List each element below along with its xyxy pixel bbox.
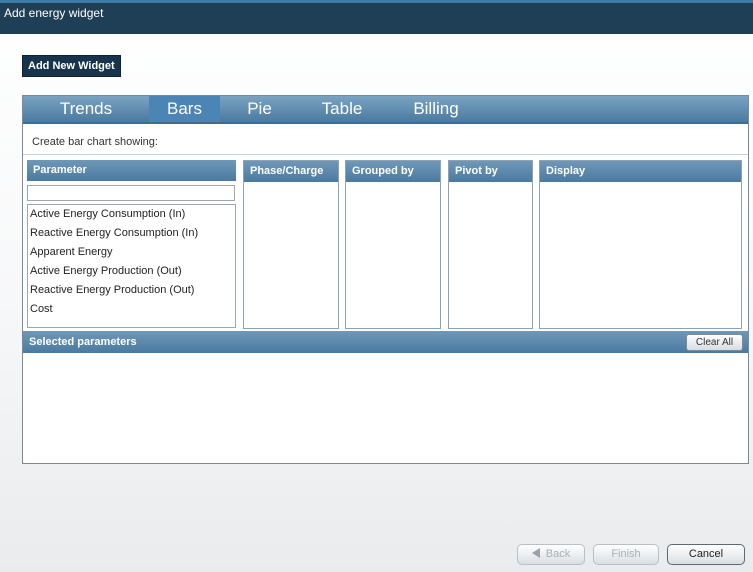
tab-underline [23, 122, 748, 124]
back-label: Back [545, 548, 571, 560]
caption-divider [23, 154, 748, 155]
cancel-button[interactable]: Cancel [667, 544, 745, 565]
pivot-by-header: Pivot by [449, 161, 532, 182]
window-title: Add energy widget [4, 6, 104, 20]
parameter-header: Parameter [27, 160, 236, 181]
list-item[interactable]: Reactive Energy Consumption (In) [30, 226, 198, 240]
grouped-by-header: Grouped by [346, 161, 440, 182]
parameter-column: Parameter Active Energy Consumption (In)… [27, 160, 236, 328]
list-item[interactable]: Active Energy Production (Out) [30, 264, 182, 278]
selected-parameters-header: Selected parameters Clear All [23, 331, 748, 353]
back-arrow-icon [531, 548, 540, 558]
clear-all-button[interactable]: Clear All [686, 334, 743, 351]
tab-pie[interactable]: Pie [220, 96, 299, 122]
pivot-by-column[interactable]: Pivot by [448, 160, 533, 329]
tab-bar: Trends Bars Pie Table Billing [23, 96, 748, 122]
widget-panel: Trends Bars Pie Table Billing Create bar… [22, 95, 749, 464]
grouped-by-column[interactable]: Grouped by [345, 160, 441, 329]
tab-trends[interactable]: Trends [23, 96, 149, 122]
finish-button[interactable]: Finish [593, 544, 659, 565]
tab-table[interactable]: Table [299, 96, 385, 122]
display-column[interactable]: Display [539, 160, 742, 329]
list-item[interactable]: Cost [30, 302, 53, 316]
parameter-filter-input[interactable] [27, 185, 235, 201]
tab-bars[interactable]: Bars [149, 96, 220, 122]
list-item[interactable]: Active Energy Consumption (In) [30, 207, 185, 221]
parameter-list[interactable]: Active Energy Consumption (In) Reactive … [27, 204, 236, 328]
add-new-widget-button[interactable]: Add New Widget [22, 55, 121, 77]
chart-caption: Create bar chart showing: [32, 136, 158, 148]
phase-charge-header: Phase/Charge [244, 161, 338, 182]
selected-parameters-label: Selected parameters [29, 336, 137, 348]
list-item[interactable]: Apparent Energy [30, 245, 113, 259]
tab-billing[interactable]: Billing [385, 96, 487, 122]
phase-charge-column[interactable]: Phase/Charge [243, 160, 339, 329]
window-titlebar: Add energy widget [0, 0, 753, 34]
back-button[interactable]: Back [517, 544, 585, 565]
titlebar-accent [0, 0, 753, 3]
list-item[interactable]: Reactive Energy Production (Out) [30, 283, 194, 297]
display-header: Display [540, 161, 741, 182]
selected-parameters-area[interactable] [23, 354, 748, 463]
